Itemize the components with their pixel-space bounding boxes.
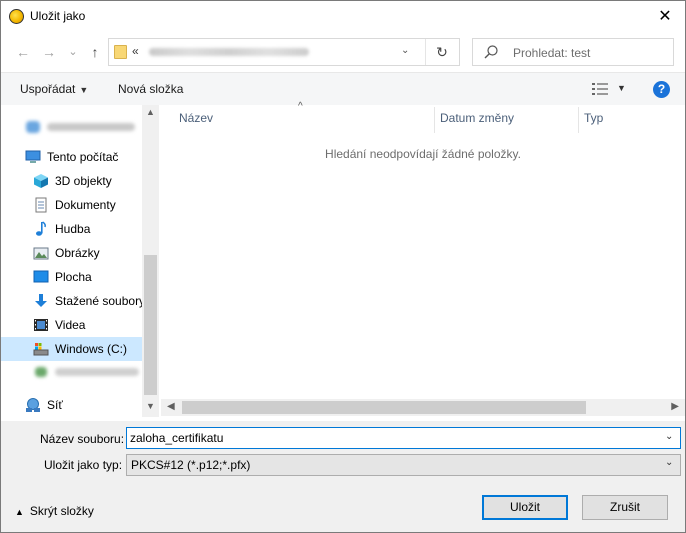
sidebar-item-windows-c[interactable]: Windows (C:) [1,337,142,361]
back-button[interactable]: ← [13,43,33,61]
sidebar-item-downloads[interactable]: Stažené soubory [33,289,146,313]
column-header-date[interactable]: Datum změny [440,111,514,125]
music-icon [33,221,49,237]
sidebar-item-label: Tento počítač [47,150,119,164]
filename-dropdown-icon[interactable]: ⌄ [665,431,673,442]
app-icon [9,9,24,24]
organize-button[interactable]: Uspořádat ▼ [20,82,88,96]
sidebar-item-videos[interactable]: Videa [33,313,142,337]
filetype-label: Uložit jako typ: [44,458,123,472]
computer-icon [25,149,41,165]
blurred-quick-access-label [47,123,135,131]
sidebar-item-label: Videa [55,318,86,332]
command-bar: Uspořádat ▼ Nová složka ▼ ? [1,72,685,105]
blurred-quick-access-icon [26,121,40,133]
close-button[interactable]: ✕ [645,1,685,31]
sort-indicator: ^ [298,101,303,112]
window-title: Uložit jako [30,9,86,23]
up-button[interactable]: ↑ [85,43,105,61]
filename-label: Název souboru: [40,432,125,446]
save-button[interactable]: Uložit [482,495,568,520]
document-icon [33,197,49,213]
sidebar-item-documents[interactable]: Dokumenty [33,193,142,217]
address-separator [425,39,426,65]
column-separator[interactable] [434,107,435,133]
horizontal-scrollbar[interactable]: ◀ ▶ [161,399,685,416]
navigation-bar: ← → ⌄ ↑ « ⌄ ↻ Prohledat: test [1,32,685,72]
filename-field[interactable] [126,427,681,449]
filetype-dropdown-icon[interactable]: ⌄ [665,457,673,468]
recent-locations-button[interactable]: ⌄ [63,43,83,61]
address-bar[interactable]: « ⌄ ↻ [108,38,460,66]
navigation-pane-scrollbar[interactable]: ▲ ▼ [142,105,159,417]
new-folder-button[interactable]: Nová složka [118,82,183,96]
sidebar-item-label: Dokumenty [55,198,116,212]
sidebar-item-pictures[interactable]: Obrázky [33,241,142,265]
desktop-icon [33,269,49,285]
sidebar-item-label: Stažené soubory [55,294,146,308]
hide-folders-label: Skrýt složky [29,504,94,518]
search-input[interactable]: Prohledat: test [513,46,590,60]
sidebar-item-label: 3D objekty [55,174,112,188]
scroll-right-arrow[interactable]: ▶ [671,401,679,412]
sidebar-item-label: Windows (C:) [55,342,128,356]
search-icon [484,45,498,59]
scrollbar-thumb[interactable] [182,401,586,414]
blurred-drive-label [55,368,139,376]
sidebar-item-label: Síť [47,398,63,412]
view-dropdown-icon[interactable]: ▼ [617,83,626,93]
network-icon [25,397,41,413]
address-dropdown-button[interactable]: ⌄ [401,45,409,56]
column-header-type[interactable]: Typ [584,111,603,125]
search-box[interactable]: Prohledat: test [472,38,674,66]
sidebar-item-label: Hudba [55,222,91,236]
sidebar-item-this-pc[interactable]: Tento počítač [25,145,142,169]
forward-button[interactable]: → [39,43,59,61]
scroll-left-arrow[interactable]: ◀ [167,401,175,412]
file-list[interactable]: ^ Název Datum změny Typ Hledání neodpoví… [161,101,685,421]
sidebar-item-music[interactable]: Hudba [33,217,142,241]
chevron-up-icon: ▲ [15,507,24,517]
sidebar-item-label: Plocha [55,270,92,284]
save-as-dialog: Uložit jako ✕ ← → ⌄ ↑ « ⌄ ↻ Prohledat: t… [0,0,686,533]
filetype-select[interactable]: PKCS#12 (*.p12;*.pfx) [126,454,681,476]
scroll-up-arrow[interactable]: ▲ [146,107,155,117]
cube-icon [33,173,49,189]
video-icon [33,317,49,333]
folder-icon [114,45,127,59]
hide-folders-button[interactable]: ▲ Skrýt složky [15,504,94,518]
drive-icon [33,341,49,357]
sidebar-item-label: Obrázky [55,246,100,260]
sidebar-item-3d-objects[interactable]: 3D objekty [33,169,142,193]
sidebar-item-network[interactable]: Síť [25,393,142,417]
title-bar: Uložit jako ✕ [1,1,685,32]
empty-results-message: Hledání neodpovídají žádné položky. [325,147,521,161]
cancel-button[interactable]: Zrušit [582,495,668,520]
address-path-blurred [149,48,309,56]
column-header-name[interactable]: Název [179,111,213,125]
address-overflow[interactable]: « [132,44,139,58]
scroll-down-arrow[interactable]: ▼ [146,401,155,411]
scrollbar-thumb[interactable] [144,255,157,395]
pictures-icon [33,245,49,261]
help-icon[interactable]: ? [653,81,670,98]
navigation-pane[interactable]: Tento počítač 3D objekty Dokumenty Hudba [1,105,159,421]
refresh-button[interactable]: ↻ [433,43,451,61]
organize-label: Uspořádat [20,82,76,96]
main-area: Tento počítač 3D objekty Dokumenty Hudba [1,101,685,421]
column-separator[interactable] [578,107,579,133]
download-icon [33,293,49,309]
sidebar-item-desktop[interactable]: Plocha [33,265,142,289]
blurred-drive-icon [35,367,47,377]
chevron-down-icon: ▼ [79,85,89,95]
view-options-icon[interactable] [592,83,608,95]
